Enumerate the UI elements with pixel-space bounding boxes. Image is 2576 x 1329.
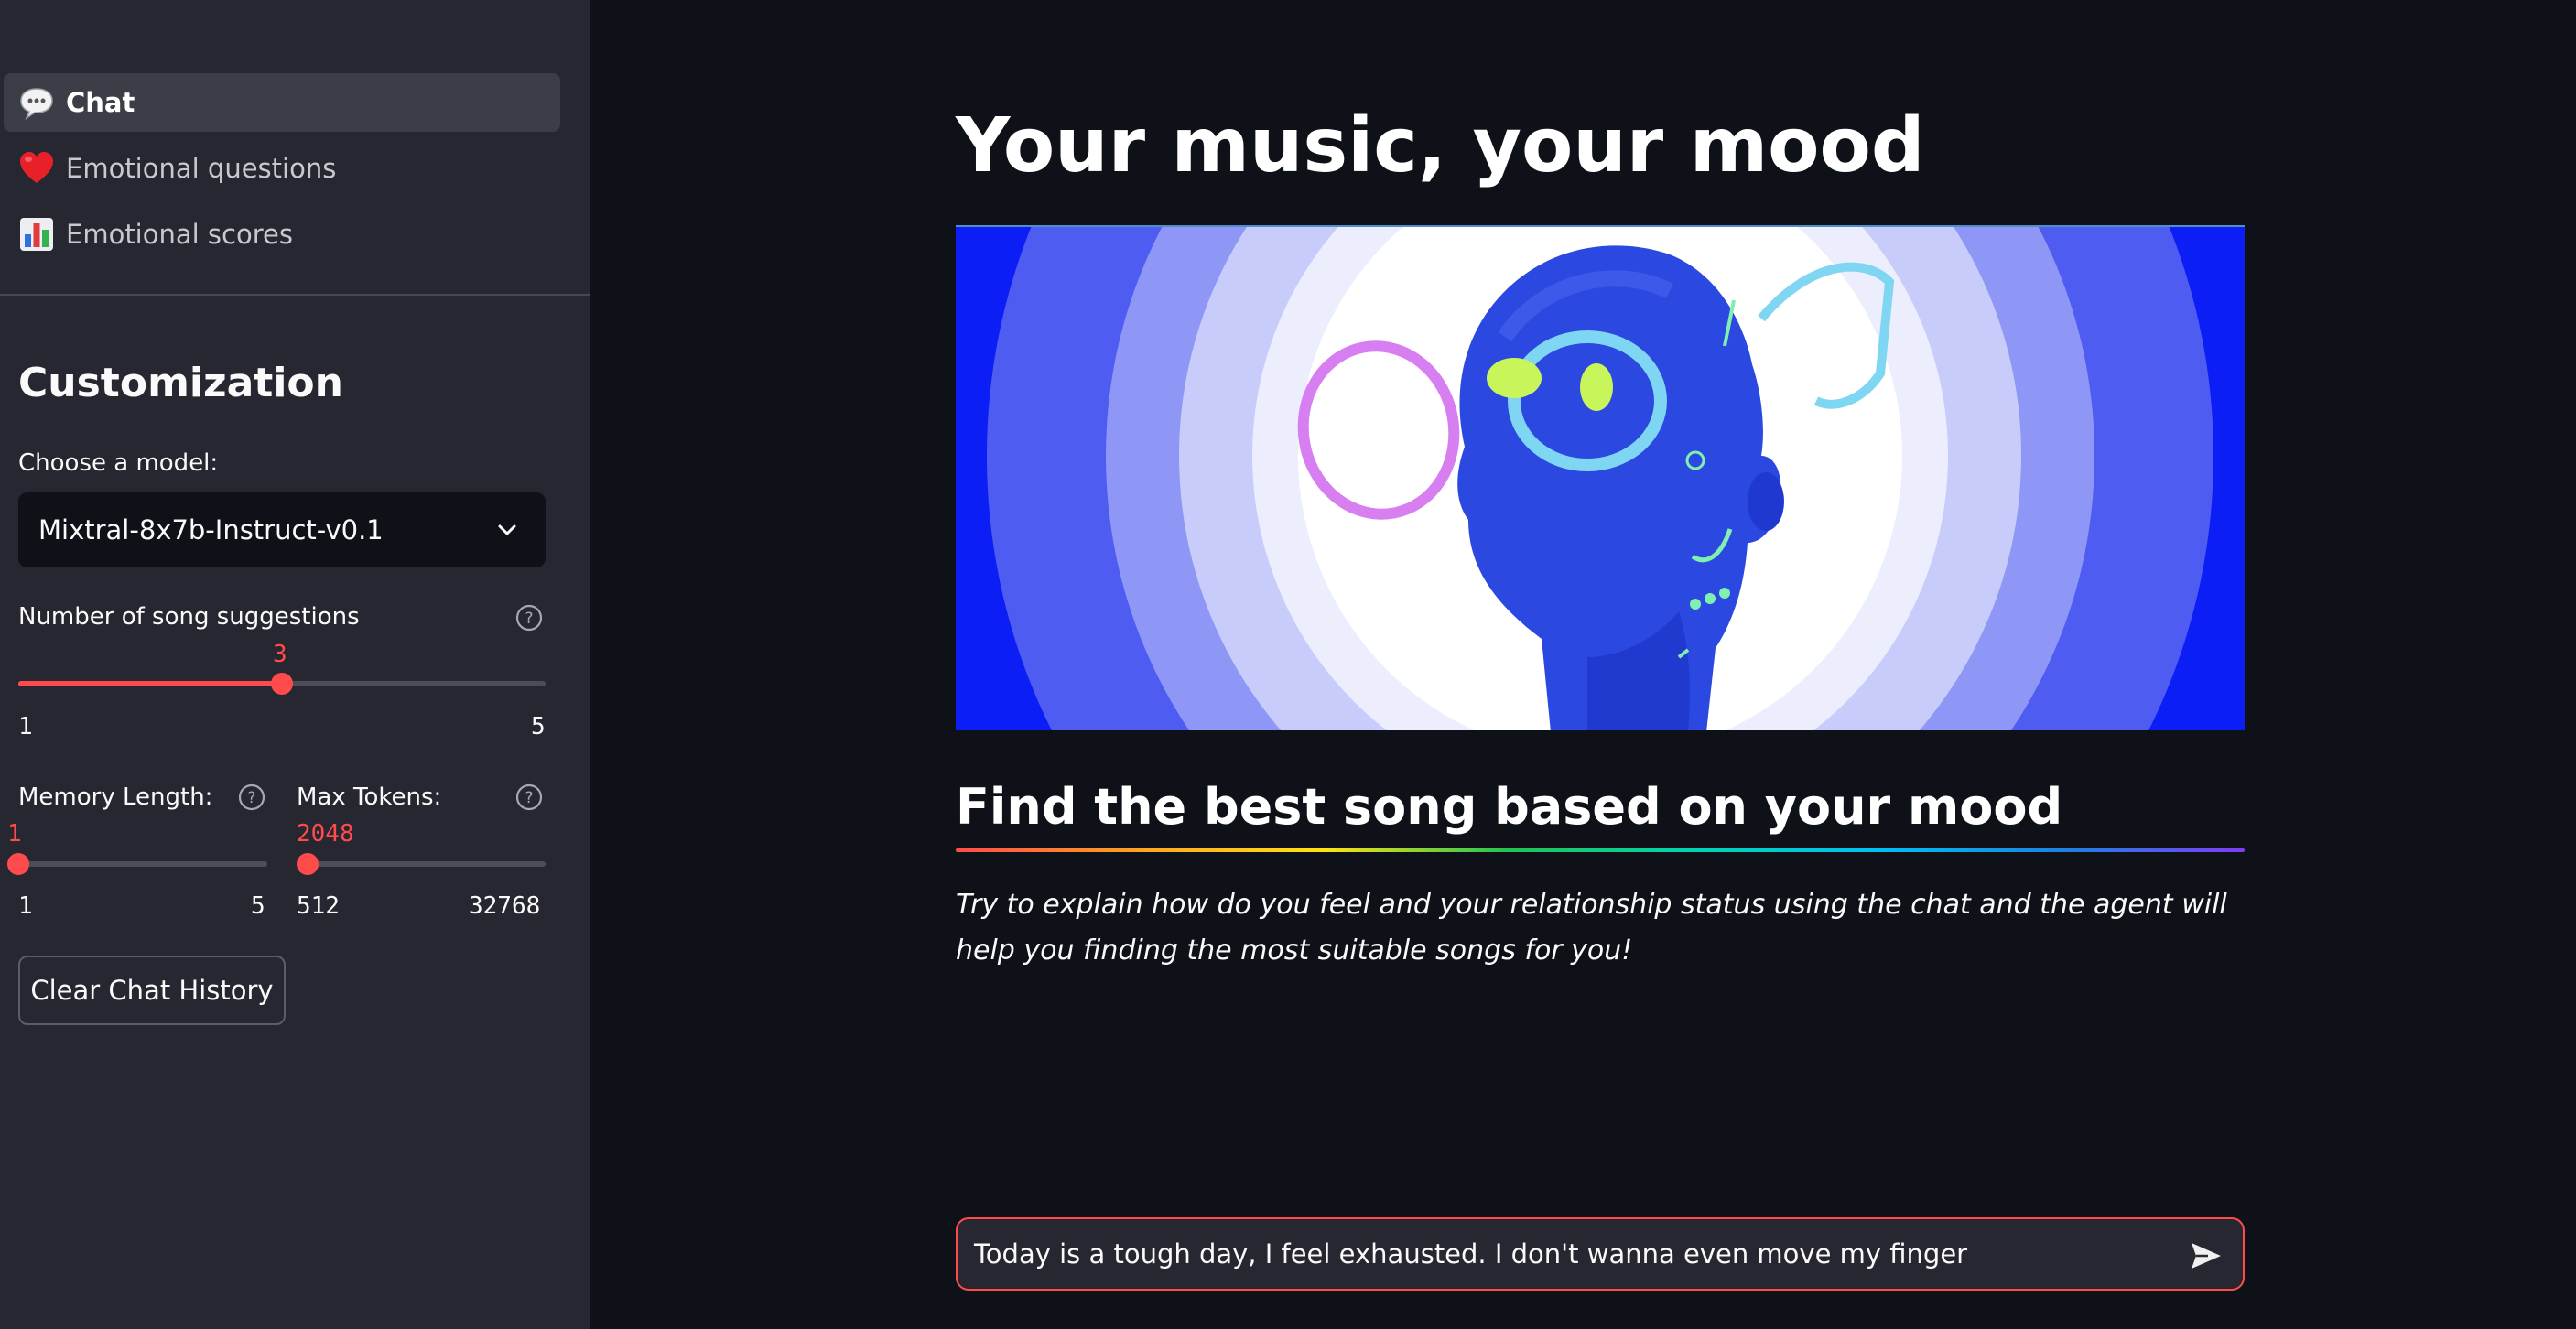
model-select[interactable]: Mixtral-8x7b-Instruct-v0.1 bbox=[18, 492, 546, 567]
song-suggestions-slider[interactable] bbox=[18, 673, 546, 695]
model-select-value: Mixtral-8x7b-Instruct-v0.1 bbox=[38, 514, 384, 546]
svg-text:?: ? bbox=[525, 610, 533, 628]
slider-thumb[interactable] bbox=[271, 673, 293, 695]
page-title: Your music, your mood bbox=[956, 103, 1925, 189]
song-suggestions-label: Number of song suggestions bbox=[18, 603, 360, 631]
svg-text:?: ? bbox=[525, 789, 533, 807]
music-head-illustration bbox=[956, 227, 2245, 730]
section-heading: Find the best song based on your mood bbox=[956, 778, 2063, 836]
bar-chart-icon bbox=[18, 216, 55, 253]
memory-length-slider[interactable] bbox=[7, 853, 267, 875]
speech-balloon-icon bbox=[18, 84, 55, 121]
max-tokens-min: 512 bbox=[297, 892, 340, 920]
intro-text: Try to explain how do you feel and your … bbox=[956, 889, 2227, 967]
slider-fill bbox=[18, 681, 282, 686]
song-suggestions-value: 3 bbox=[273, 641, 287, 668]
slider-thumb[interactable] bbox=[297, 853, 319, 875]
sidebar: Chat Emotional questions Emotional score… bbox=[0, 0, 590, 1329]
clear-chat-history-button[interactable]: Clear Chat History bbox=[18, 956, 286, 1025]
banner-image bbox=[956, 225, 2245, 730]
sidebar-divider bbox=[0, 294, 590, 296]
sidebar-item-label: Chat bbox=[66, 87, 135, 118]
memory-length-max: 5 bbox=[251, 892, 265, 920]
chevron-down-icon bbox=[498, 524, 516, 535]
max-tokens-slider[interactable] bbox=[297, 853, 546, 875]
help-icon[interactable]: ? bbox=[237, 783, 266, 812]
sidebar-item-label: Emotional scores bbox=[66, 219, 293, 250]
slider-thumb[interactable] bbox=[7, 853, 29, 875]
memory-length-min: 1 bbox=[18, 892, 33, 920]
song-suggestions-max: 5 bbox=[531, 713, 546, 740]
send-icon[interactable] bbox=[2188, 1237, 2224, 1274]
max-tokens-value: 2048 bbox=[297, 820, 354, 848]
sidebar-item-emotional-scores[interactable]: Emotional scores bbox=[4, 205, 560, 264]
rainbow-divider bbox=[956, 848, 2245, 852]
sidebar-item-chat[interactable]: Chat bbox=[4, 73, 560, 132]
song-suggestions-min: 1 bbox=[18, 713, 33, 740]
customization-heading: Customization bbox=[18, 360, 343, 406]
sidebar-item-emotional-questions[interactable]: Emotional questions bbox=[4, 139, 560, 198]
chat-input-text[interactable]: Today is a tough day, I feel exhausted. … bbox=[974, 1238, 1967, 1270]
chat-input[interactable]: Today is a tough day, I feel exhausted. … bbox=[956, 1217, 2245, 1291]
memory-length-value: 1 bbox=[7, 820, 22, 848]
help-icon[interactable]: ? bbox=[514, 783, 544, 812]
red-heart-icon bbox=[18, 150, 55, 187]
max-tokens-label: Max Tokens: bbox=[297, 783, 442, 811]
sidebar-item-label: Emotional questions bbox=[66, 153, 337, 184]
max-tokens-max: 32768 bbox=[469, 892, 541, 920]
svg-text:?: ? bbox=[247, 789, 255, 807]
memory-length-label: Memory Length: bbox=[18, 783, 213, 811]
model-select-label: Choose a model: bbox=[18, 449, 219, 477]
help-icon[interactable]: ? bbox=[514, 603, 544, 632]
